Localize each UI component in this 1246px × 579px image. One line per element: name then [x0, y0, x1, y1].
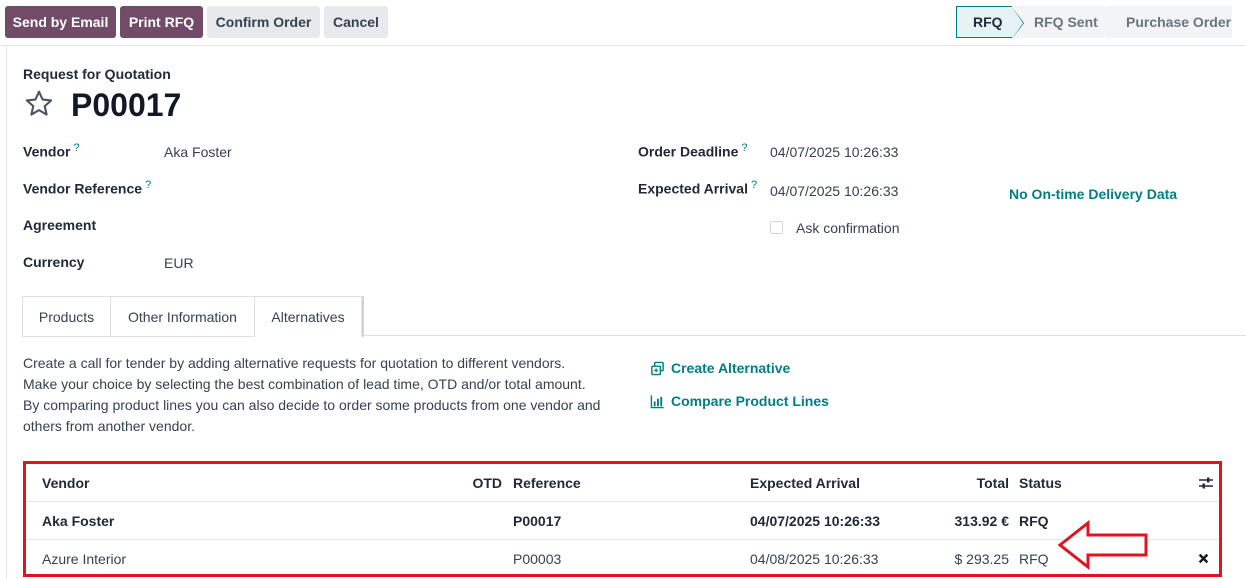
- expected-arrival-field[interactable]: 04/07/2025 10:26:33: [770, 183, 898, 199]
- remove-row-icon[interactable]: [1198, 540, 1209, 577]
- stage-rfq-sent[interactable]: RFQ Sent: [1014, 6, 1116, 38]
- row-vendor: Azure Interior: [42, 550, 127, 567]
- row-total: $ 293.25: [954, 550, 1010, 567]
- copy-icon: [650, 361, 665, 376]
- print-rfq-button[interactable]: Print RFQ: [120, 6, 203, 38]
- create-alternative-label: Create Alternative: [671, 360, 791, 376]
- row-status: RFQ: [1019, 550, 1049, 567]
- send-by-email-button[interactable]: Send by Email: [5, 6, 116, 38]
- expected-arrival-label: Expected Arrival?: [638, 179, 758, 197]
- stage-purchase-order[interactable]: Purchase Order: [1106, 6, 1232, 38]
- row-reference: P00003: [513, 550, 562, 567]
- notebook-tabs: Products Other Information Alternatives: [22, 296, 1246, 337]
- column-header-vendor[interactable]: Vendor: [42, 464, 89, 501]
- page-title: P00017: [71, 87, 182, 123]
- star-icon[interactable]: [23, 88, 55, 120]
- control-panel: Send by Email Print RFQ Confirm Order Ca…: [0, 0, 1246, 46]
- alternatives-description: Create a call for tender by adding alter…: [23, 353, 600, 437]
- stage-rfq[interactable]: RFQ: [956, 6, 1024, 39]
- stage-purchase-order-label: Purchase Order: [1126, 14, 1232, 30]
- description-line: Make your choice by selecting the best c…: [23, 376, 586, 392]
- bar-chart-icon: [650, 394, 665, 409]
- statusbar: RFQ RFQ Sent Purchase Order: [956, 6, 1232, 39]
- tab-alternatives[interactable]: Alternatives: [254, 296, 362, 337]
- vendor-label: Vendor?: [23, 142, 80, 160]
- column-header-otd[interactable]: OTD: [472, 464, 502, 501]
- confirm-order-button[interactable]: Confirm Order: [207, 6, 320, 38]
- column-header-status[interactable]: Status: [1019, 464, 1062, 501]
- record-subtitle: Request for Quotation: [23, 66, 171, 82]
- vendor-reference-label: Vendor Reference?: [23, 179, 152, 197]
- row-status: RFQ: [1019, 512, 1049, 529]
- stage-arrow-fill: [1012, 7, 1023, 39]
- tab-products[interactable]: Products: [22, 296, 111, 337]
- column-header-expected-arrival[interactable]: Expected Arrival: [750, 464, 860, 501]
- alternatives-table: Vendor OTD Reference Expected Arrival To…: [23, 461, 1222, 577]
- description-line: Create a call for tender by adding alter…: [23, 355, 566, 371]
- table-row[interactable]: Aka Foster P00017 04/07/2025 10:26:33 31…: [26, 502, 1219, 540]
- column-header-total[interactable]: Total: [926, 464, 1009, 501]
- compare-product-lines-label: Compare Product Lines: [671, 393, 829, 409]
- create-alternative-button[interactable]: Create Alternative: [650, 360, 790, 376]
- currency-label: Currency: [23, 254, 85, 270]
- on-time-delivery-link[interactable]: No On-time Delivery Data: [1009, 186, 1177, 202]
- optional-columns-icon[interactable]: [1198, 464, 1214, 501]
- order-deadline-label: Order Deadline?: [638, 142, 748, 160]
- stage-rfq-sent-label: RFQ Sent: [1034, 14, 1098, 30]
- description-line: By comparing product lines you can also …: [23, 397, 601, 413]
- agreement-label: Agreement: [23, 217, 97, 233]
- stage-rfq-label: RFQ: [973, 14, 1003, 30]
- order-deadline-field[interactable]: 04/07/2025 10:26:33: [770, 144, 898, 160]
- column-header-reference[interactable]: Reference: [513, 464, 581, 501]
- row-expected-arrival: 04/07/2025 10:26:33: [750, 512, 880, 529]
- row-reference: P00017: [513, 512, 562, 529]
- vendor-reference-field[interactable]: [164, 176, 584, 200]
- row-total: 313.92 €: [954, 512, 1010, 529]
- ask-confirmation-checkbox[interactable]: [770, 221, 783, 234]
- ask-confirmation-label: Ask confirmation: [796, 220, 900, 236]
- vendor-field[interactable]: Aka Foster: [164, 144, 232, 160]
- row-expected-arrival: 04/08/2025 10:26:33: [750, 550, 879, 567]
- row-vendor: Aka Foster: [42, 512, 115, 529]
- tab-other-information[interactable]: Other Information: [110, 296, 255, 337]
- cancel-button[interactable]: Cancel: [324, 6, 388, 38]
- stage-arrow: [1104, 6, 1116, 38]
- table-row[interactable]: Azure Interior P00003 04/08/2025 10:26:3…: [26, 540, 1219, 577]
- form-sheet: Request for Quotation P00017 Vendor? Aka…: [6, 46, 1246, 579]
- description-line: others from another vendor.: [23, 418, 195, 434]
- annotation-arrow-icon: [1057, 519, 1150, 573]
- agreement-field[interactable]: [164, 212, 584, 236]
- table-header: Vendor OTD Reference Expected Arrival To…: [26, 464, 1219, 502]
- compare-product-lines-button[interactable]: Compare Product Lines: [650, 393, 829, 409]
- currency-field[interactable]: EUR: [164, 255, 194, 271]
